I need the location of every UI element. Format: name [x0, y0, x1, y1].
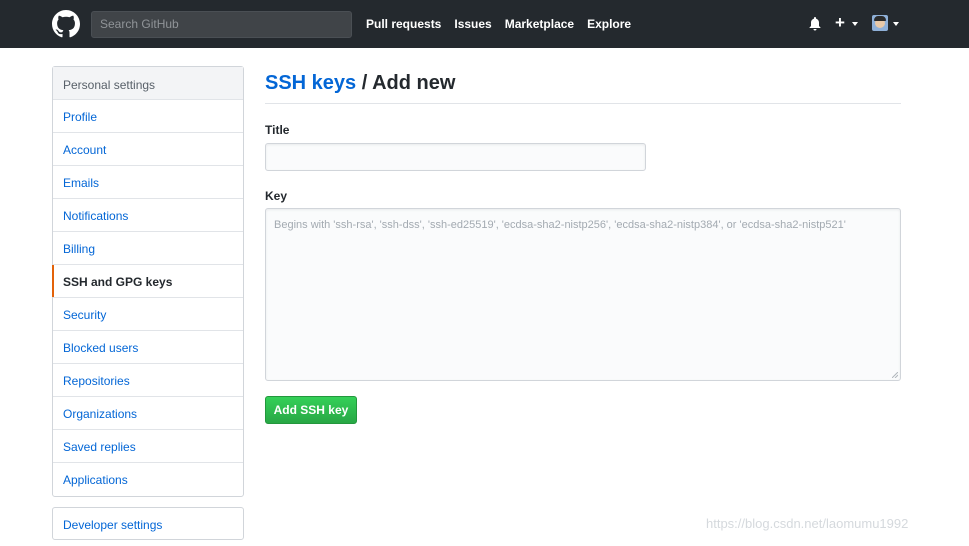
key-placeholder: Begins with 'ssh-rsa', 'ssh-dss', 'ssh-e…: [274, 219, 846, 231]
bell-icon[interactable]: [809, 17, 821, 31]
avatar-hair: [874, 16, 886, 21]
sidebar-item-repositories[interactable]: Repositories: [53, 364, 243, 397]
sidebar-heading: Personal settings: [53, 67, 243, 100]
nav-issues[interactable]: Issues: [454, 17, 491, 31]
key-textarea[interactable]: Begins with 'ssh-rsa', 'ssh-dss', 'ssh-e…: [265, 208, 901, 381]
sidebar-item-developer-settings[interactable]: Developer settings: [52, 507, 244, 540]
header-nav: Pull requests Issues Marketplace Explore: [366, 17, 631, 31]
sidebar-item-account[interactable]: Account: [53, 133, 243, 166]
sidebar-item-notifications[interactable]: Notifications: [53, 199, 243, 232]
search-input[interactable]: Search GitHub: [91, 11, 352, 38]
avatar[interactable]: [872, 15, 888, 31]
key-label: Key: [265, 189, 288, 203]
sidebar-item-security[interactable]: Security: [53, 298, 243, 331]
sidebar-item-applications[interactable]: Applications: [53, 463, 243, 496]
title-input[interactable]: [265, 143, 646, 171]
sidebar-item-saved-replies[interactable]: Saved replies: [53, 430, 243, 463]
plus-icon[interactable]: +: [835, 13, 845, 33]
search-placeholder: Search GitHub: [100, 17, 179, 31]
sidebar-item-ssh-gpg-keys[interactable]: SSH and GPG keys: [52, 265, 243, 298]
avatar-chevron-down-icon[interactable]: [893, 22, 899, 26]
github-logo-icon[interactable]: [52, 10, 80, 38]
sidebar-item-billing[interactable]: Billing: [53, 232, 243, 265]
settings-sidebar: Personal settings Profile Account Emails…: [52, 66, 244, 497]
top-header: Search GitHub Pull requests Issues Marke…: [0, 0, 969, 48]
watermark: https://blog.csdn.net/laomumu1992: [706, 516, 909, 531]
nav-pull-requests[interactable]: Pull requests: [366, 17, 441, 31]
chevron-down-icon[interactable]: [852, 22, 858, 26]
sidebar-item-emails[interactable]: Emails: [53, 166, 243, 199]
title-divider: [265, 103, 901, 104]
add-ssh-key-button[interactable]: Add SSH key: [265, 396, 357, 424]
breadcrumb-current: / Add new: [356, 72, 456, 94]
sidebar-item-profile[interactable]: Profile: [53, 100, 243, 133]
title-label: Title: [265, 123, 290, 137]
page-title: SSH keys / Add new: [265, 72, 455, 95]
nav-explore[interactable]: Explore: [587, 17, 631, 31]
resize-grip-icon[interactable]: [892, 372, 898, 378]
sidebar-item-blocked-users[interactable]: Blocked users: [53, 331, 243, 364]
breadcrumb-ssh-keys-link[interactable]: SSH keys: [265, 72, 356, 94]
nav-marketplace[interactable]: Marketplace: [505, 17, 574, 31]
sidebar-item-organizations[interactable]: Organizations: [53, 397, 243, 430]
